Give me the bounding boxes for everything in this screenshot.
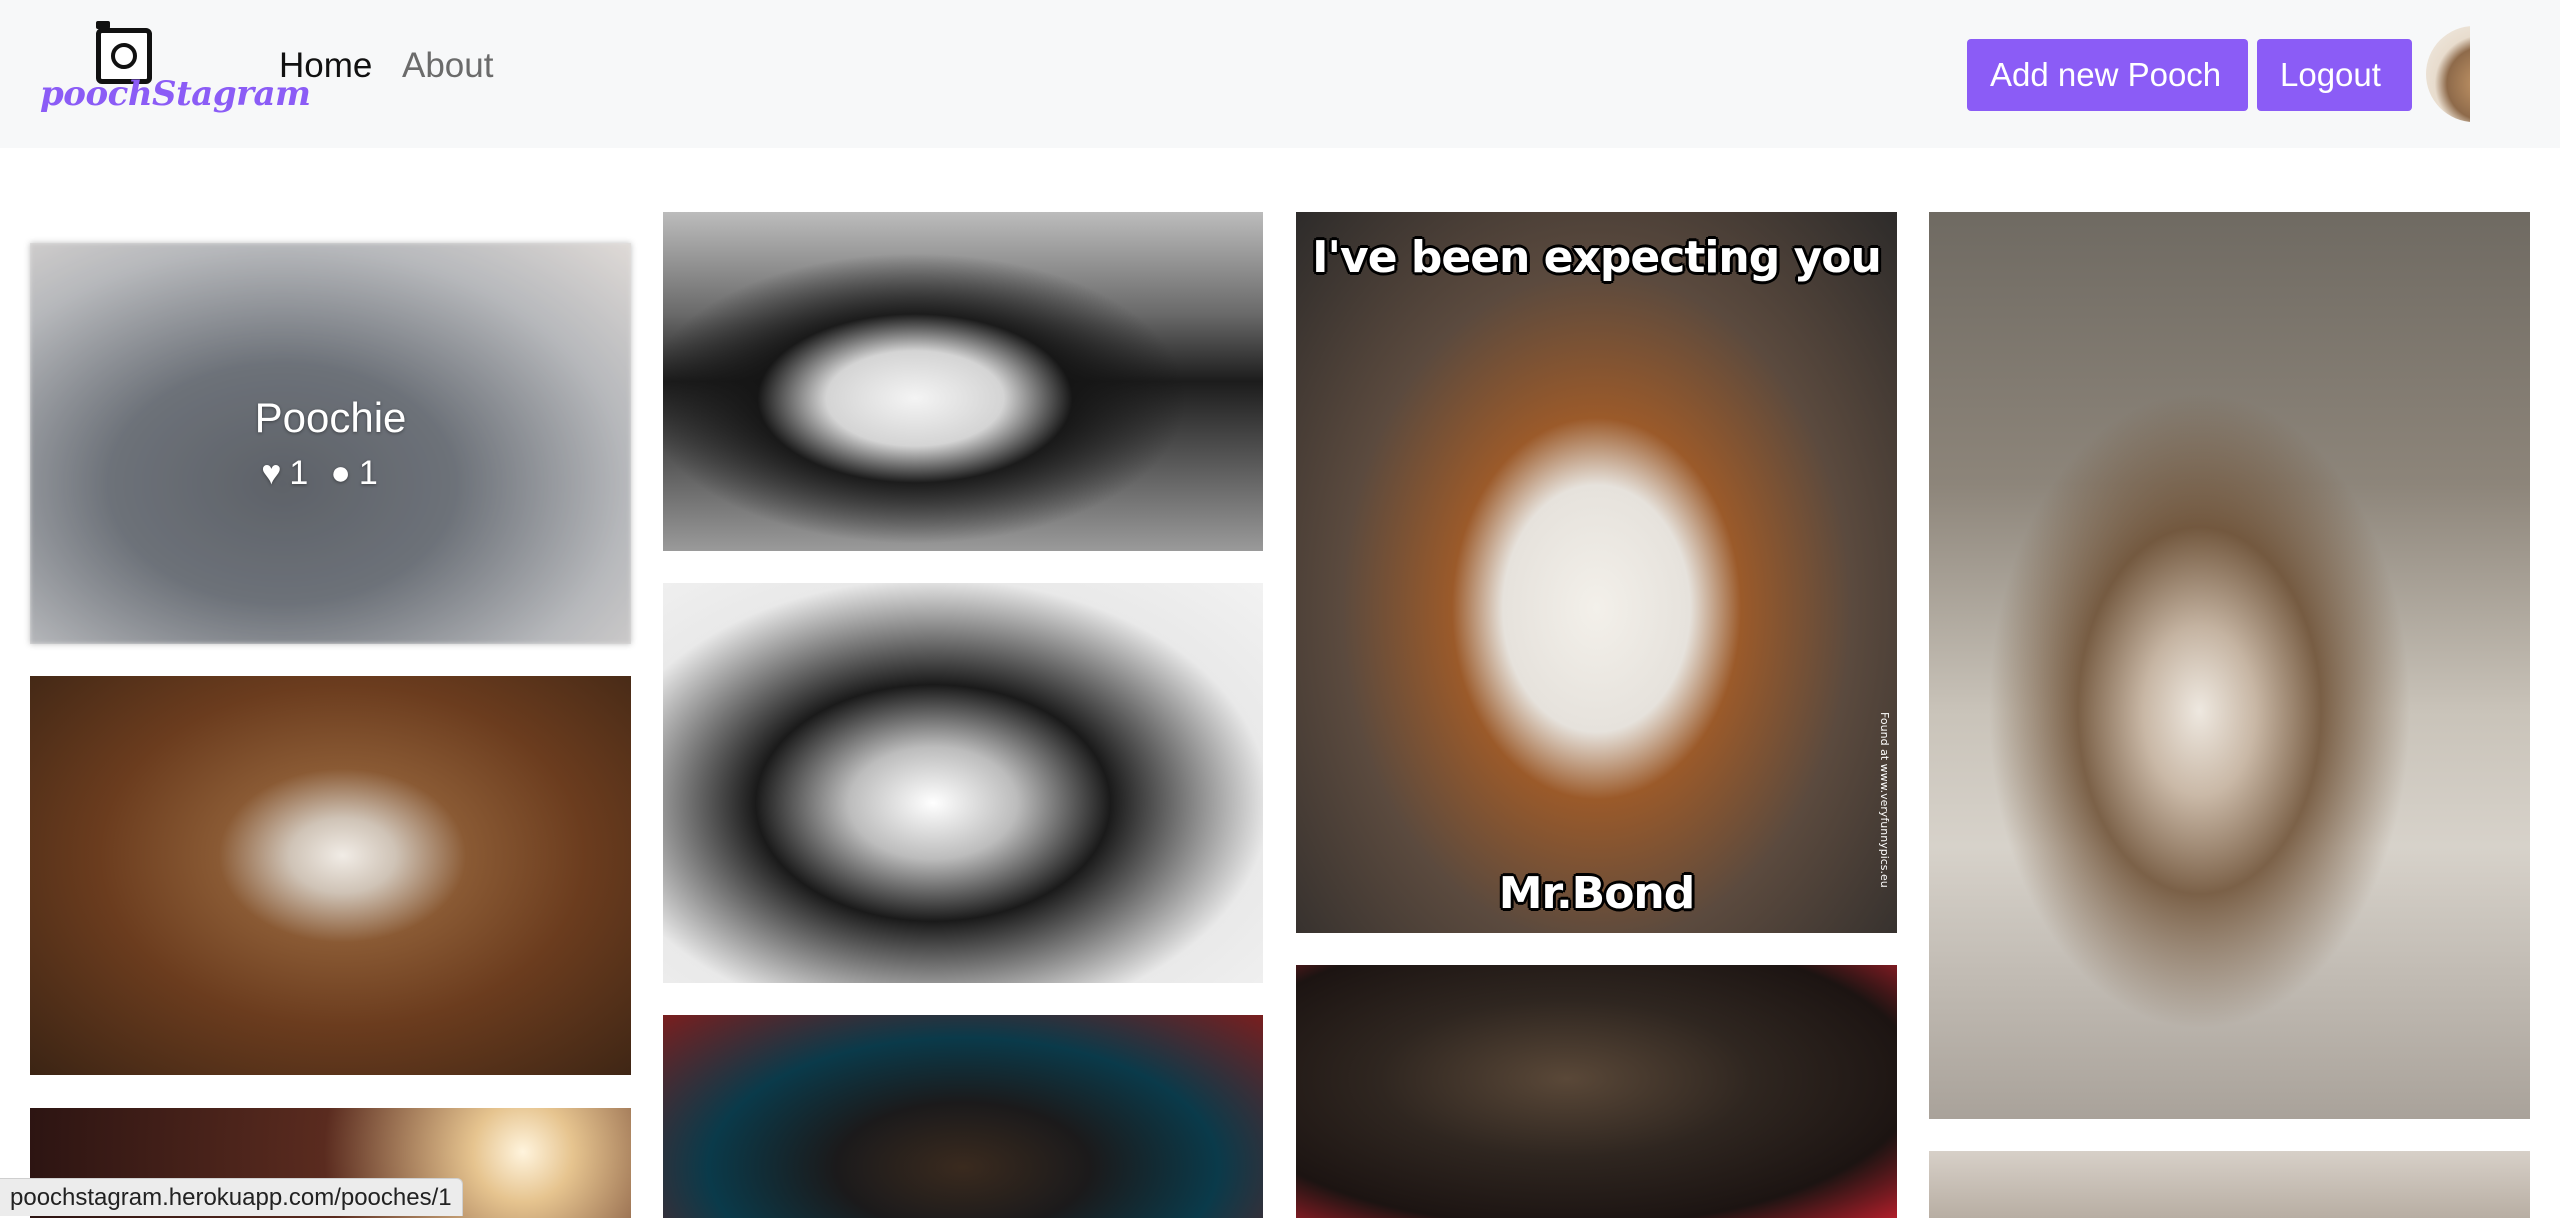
meme-side-text: Found at www.veryfunnypics.eu	[1878, 712, 1891, 888]
pooch-card[interactable]	[663, 583, 1263, 983]
pooch-photo	[1296, 965, 1897, 1218]
pooch-photo	[1296, 212, 1897, 933]
like-count: 1	[289, 454, 309, 492]
meme-top-text: I've been expecting you	[1312, 232, 1882, 283]
nav-link-home[interactable]: Home	[279, 46, 372, 86]
pooch-card[interactable]	[1929, 1151, 2530, 1218]
status-bar-url: poochstagram.herokuapp.com/pooches/1	[0, 1178, 463, 1216]
comment-count: 1	[358, 454, 378, 492]
pooch-card[interactable]: I've been expecting you Found at www.ver…	[1296, 212, 1897, 933]
pooch-card[interactable]	[1929, 212, 2530, 1119]
comment-icon: ●	[330, 454, 351, 492]
logo[interactable]: poochStagram	[40, 21, 311, 120]
post-overlay: Poochie ♥ 1 ● 1	[30, 243, 631, 644]
pooch-card[interactable]	[663, 212, 1263, 551]
pooch-photo	[30, 676, 631, 1075]
pooch-card[interactable]	[663, 1015, 1263, 1218]
nav-link-about[interactable]: About	[402, 46, 493, 86]
add-new-pooch-button[interactable]: Add new Pooch	[1967, 39, 2248, 111]
pooch-photo	[663, 212, 1263, 551]
pooch-photo	[663, 583, 1263, 983]
post-stats: ♥ 1 ● 1	[261, 454, 400, 493]
post-title: Poochie	[254, 394, 407, 441]
logout-button[interactable]: Logout	[2257, 39, 2412, 111]
heart-icon: ♥	[261, 454, 282, 492]
pooch-card[interactable]: Poochie ♥ 1 ● 1	[30, 243, 631, 644]
logo-text: poochStagram	[40, 74, 311, 114]
meme-bottom-text: Mr.Bond	[1498, 868, 1696, 919]
pooch-card[interactable]	[1296, 965, 1897, 1218]
pooch-photo	[663, 1015, 1263, 1218]
navbar: poochStagram Home About Add new Pooch Lo…	[0, 0, 2560, 148]
navbar-edge	[2470, 20, 2530, 130]
pooch-photo	[1929, 1151, 2530, 1218]
pooch-card[interactable]	[30, 676, 631, 1075]
pooch-photo	[1929, 212, 2530, 1119]
